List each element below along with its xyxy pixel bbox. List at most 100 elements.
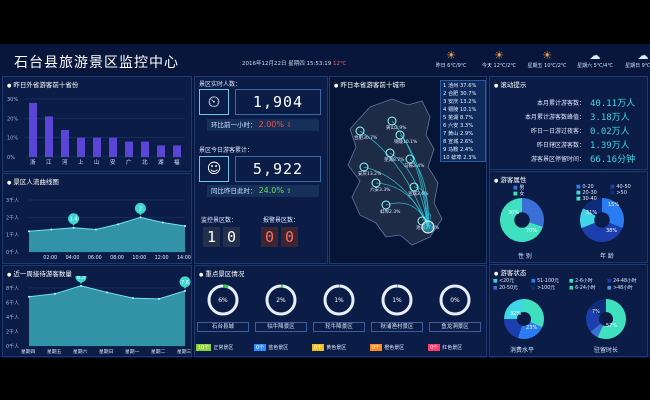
y-tick-label: 20% bbox=[7, 116, 18, 122]
x-tick-label: 河 bbox=[62, 158, 68, 166]
y-tick-label: 1千人 bbox=[6, 232, 19, 239]
x-tick-label: 星期三 bbox=[177, 349, 191, 355]
sun-icon: ☀ bbox=[494, 49, 504, 62]
bar bbox=[77, 137, 85, 157]
target-city-dot bbox=[421, 220, 435, 234]
data-point bbox=[54, 292, 56, 295]
scenic-legend-item: 0个 红色景区 bbox=[428, 344, 463, 351]
weather-day: ☁星期日 9℃/4℃ bbox=[622, 50, 650, 70]
today-title: 景区今日游客累计： bbox=[199, 147, 254, 154]
realtime-panel: 景区实时人数： ⏲ 1,904 环比前一小时： 2.00% ⇩ 景区今日游客累计… bbox=[194, 76, 328, 264]
marker-label: 8.3 bbox=[77, 276, 85, 281]
weekly-panel: 近一周接待游客数量 8千人6千人4千人2千人0千人星期四星期五星期六星期日星期一… bbox=[2, 265, 192, 357]
status-legend-item: ■ 20-50元 bbox=[493, 286, 518, 291]
city-ranking-item: 2 合肥 30.7% bbox=[443, 91, 477, 97]
x-tick-label: 湖 bbox=[158, 158, 164, 166]
donut-label: 57% bbox=[606, 323, 617, 329]
y-tick-label: 10% bbox=[7, 136, 18, 142]
data-point bbox=[28, 230, 30, 233]
alarm-label: 报警景区数： bbox=[263, 217, 300, 224]
person-icon: ☺ bbox=[199, 156, 229, 182]
city-label: 六安3.3% bbox=[370, 186, 391, 193]
data-point bbox=[184, 289, 186, 292]
scroll-item-label: 本月累计游客数峰值： bbox=[524, 114, 585, 121]
y-tick-label: 0% bbox=[7, 155, 15, 161]
city-label: 铜陵10.1% bbox=[394, 138, 418, 145]
city-ranking-item: 10 蚌埠 2.3% bbox=[443, 155, 477, 161]
ring-value: 1% bbox=[392, 297, 402, 304]
x-tick-label: 星期五 bbox=[47, 349, 62, 355]
area-fill bbox=[29, 285, 185, 346]
x-tick-label: 04:00 bbox=[66, 255, 80, 261]
city-ranking-item: 5 芜湖 8.7% bbox=[443, 115, 474, 121]
ring-value: 0% bbox=[450, 297, 460, 304]
x-tick-label: 广 bbox=[126, 158, 132, 166]
bar bbox=[109, 137, 117, 157]
city-ranking-item: 9 马鞍 2.4% bbox=[443, 147, 474, 153]
scroll-item-value: 40.11万人 bbox=[590, 99, 636, 109]
weather-text: 今天 12℃/2℃ bbox=[481, 63, 517, 69]
weather-text: 星期日 9℃/4℃ bbox=[625, 63, 650, 69]
city-ranking-item: 4 铜陵 10.1% bbox=[443, 107, 477, 113]
x-tick-label: 上 bbox=[78, 158, 84, 166]
scenic-legend-item: 0个 黄色景区 bbox=[312, 344, 347, 351]
datetime: 2016年12月22日 星期四 15:53:19 12℃ bbox=[242, 61, 347, 67]
provinces-panel: 昨日外省游客前十省份 30%20%10%0%浙江河上山安广北湖福 bbox=[2, 76, 192, 172]
attr-donuts: 30% 70% 31% 38% 15% bbox=[500, 198, 624, 242]
gender-label: 性 别 bbox=[518, 253, 532, 260]
city-label: 芜湖8.7% bbox=[384, 156, 405, 163]
x-tick-label: 北 bbox=[142, 158, 148, 166]
alarm-digits: 00 bbox=[261, 227, 301, 247]
y-tick-label: 2千人 bbox=[6, 214, 19, 221]
donut-label: 15% bbox=[608, 202, 619, 208]
bar bbox=[93, 137, 101, 157]
today-value: 5,922 bbox=[235, 156, 321, 182]
scroll-item-value: 1.39万人 bbox=[590, 141, 630, 151]
scroll-item-value: 0.02万人 bbox=[590, 127, 630, 137]
age-legend-item: ■ 30-40 bbox=[576, 196, 597, 202]
weather-text: 星期五 10℃/2℃ bbox=[527, 63, 567, 69]
bar bbox=[125, 141, 133, 157]
data-point bbox=[132, 297, 134, 300]
data-point bbox=[50, 228, 53, 231]
cloud-icon: ☁ bbox=[589, 49, 601, 62]
data-point bbox=[94, 228, 97, 231]
city-label: 安庆13.2% bbox=[358, 170, 382, 177]
donut-label: 30% bbox=[508, 210, 519, 216]
x-tick-label: 星期日 bbox=[99, 349, 113, 355]
y-tick-label: 0千人 bbox=[6, 249, 19, 256]
age-legend-item: ■ >50 bbox=[610, 190, 627, 196]
donut-label: 32% bbox=[510, 311, 521, 317]
x-tick-label: 08:00 bbox=[110, 255, 124, 261]
status-legend-item: ■ >48小时 bbox=[607, 286, 633, 291]
marker-label: 2 bbox=[139, 206, 142, 212]
day-compare: 同比昨日此时： 24.0% ⇧ bbox=[207, 185, 319, 197]
x-tick-label: 02:00 bbox=[43, 255, 57, 261]
data-point bbox=[80, 284, 82, 287]
x-tick-label: 12:00 bbox=[155, 255, 169, 261]
scenic-legend-item: 0个 蓝色景区 bbox=[254, 344, 289, 351]
donut-label: 38% bbox=[606, 228, 617, 234]
x-tick-label: 星期一 bbox=[125, 349, 140, 355]
status-legend-item: ■ 51-100元 bbox=[531, 279, 559, 284]
bar bbox=[29, 102, 37, 157]
flow-area-chart: 3千人 2千人 1千人 0千人 02:00 04:00 06:00 08:00 10:00 12:… bbox=[6, 197, 191, 261]
scroll-item-value: 66.16分钟 bbox=[590, 155, 636, 165]
data-point bbox=[117, 223, 120, 226]
city-ranking-item: 3 安庆 13.2% bbox=[443, 99, 477, 105]
scroll-item-label: 昨日一日游过夜客： bbox=[530, 128, 585, 135]
data-point bbox=[106, 291, 108, 294]
data-point bbox=[72, 226, 75, 229]
bar bbox=[45, 116, 53, 157]
city-ranking-list: 1 池州 37.6% 2 合肥 30.7% 3 安庆 13.2% 4 铜陵 10.1%… bbox=[440, 80, 486, 162]
bar bbox=[157, 145, 165, 157]
donut-label: 31% bbox=[586, 210, 597, 216]
weather-day: ☀ 星期五 10℃/2℃ bbox=[526, 50, 568, 70]
x-tick-label: 福 bbox=[174, 158, 180, 166]
scenic-ring: 6% bbox=[207, 284, 239, 316]
weather-day: ☀ 昨日 6℃/9℃ bbox=[430, 50, 472, 70]
scroll-item-value: 3.18万人 bbox=[590, 113, 630, 123]
marker-label: 7.6 bbox=[181, 280, 189, 286]
map-panel: 昨日本省游客前十城市 合肥30.7%铜陵10.1%安庆13.2%芜湖8.7%六安… bbox=[329, 76, 487, 264]
panel-title: 滚动提示 bbox=[494, 79, 526, 89]
